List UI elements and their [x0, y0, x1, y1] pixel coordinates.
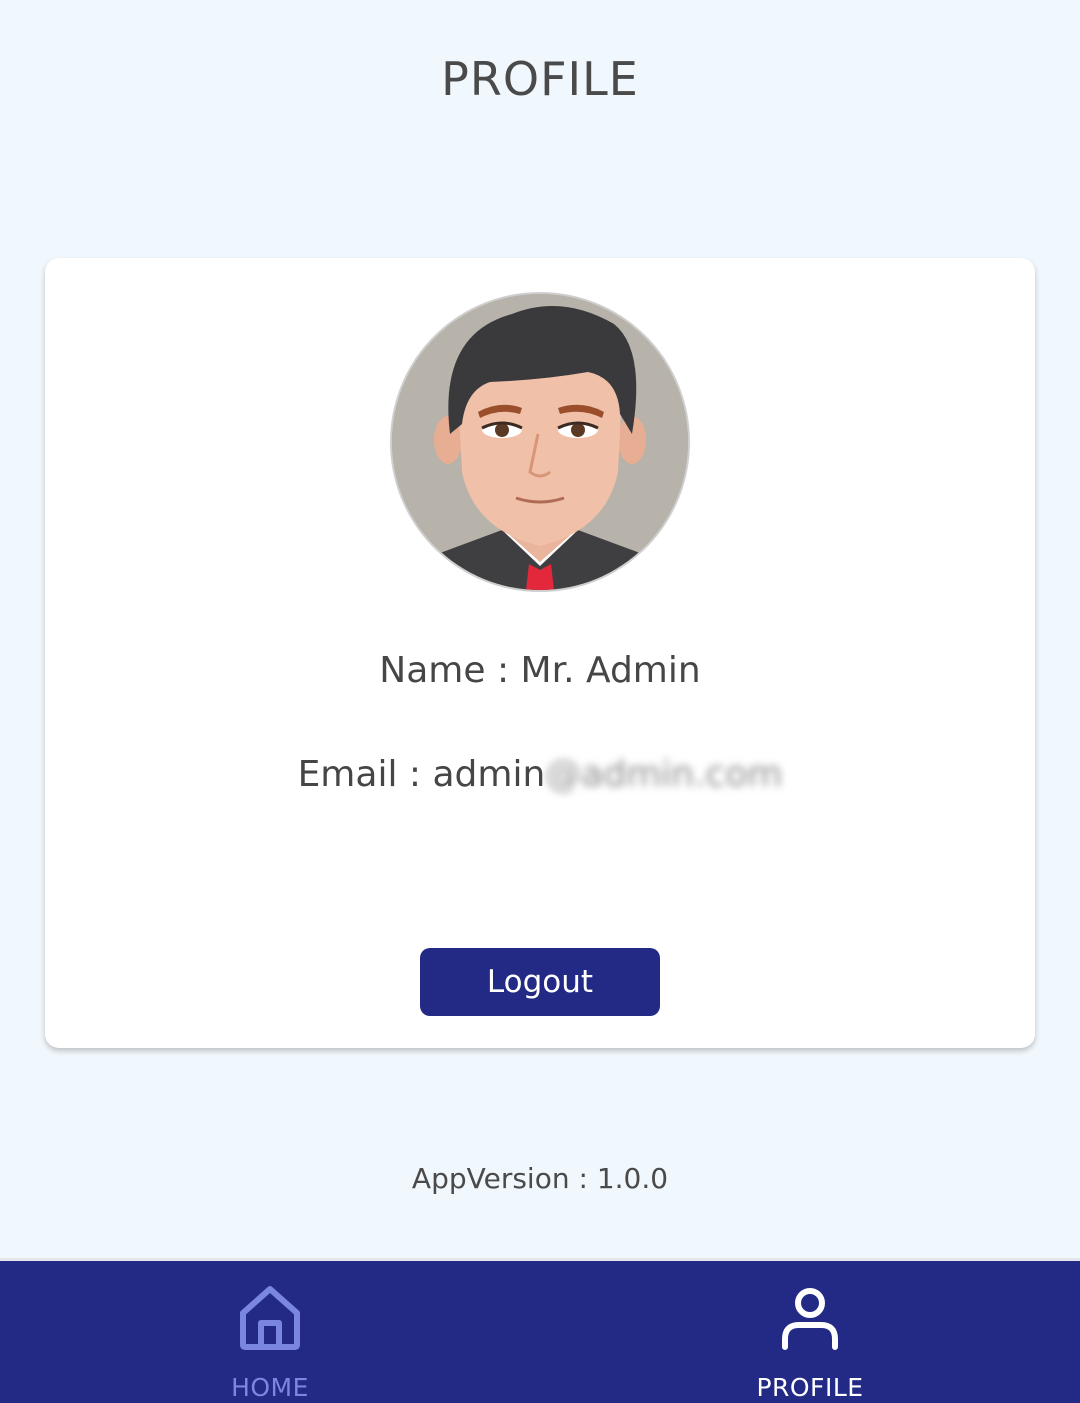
page-title: PROFILE [441, 52, 639, 106]
avatar [390, 292, 690, 592]
person-icon [782, 1288, 838, 1350]
profile-email: Email : admin@admin.com [45, 754, 1035, 795]
profile-name: Name : Mr. Admin [379, 650, 701, 691]
nav-home-label: HOME [231, 1373, 309, 1402]
nav-profile[interactable]: PROFILE [540, 1261, 1080, 1403]
bottom-nav: HOME PROFILE [0, 1258, 1080, 1403]
home-icon [240, 1286, 300, 1350]
nav-home[interactable]: HOME [0, 1261, 540, 1403]
logout-button[interactable]: Logout [420, 948, 660, 1016]
app-version: AppVersion : 1.0.0 [411, 1162, 669, 1195]
profile-card: Name : Mr. Admin Email : admin@admin.com… [45, 258, 1035, 1048]
email-obscured: @admin.com [545, 754, 783, 795]
email-label: Email : [297, 754, 433, 795]
email-value: admin [432, 754, 546, 795]
nav-profile-label: PROFILE [756, 1373, 864, 1402]
